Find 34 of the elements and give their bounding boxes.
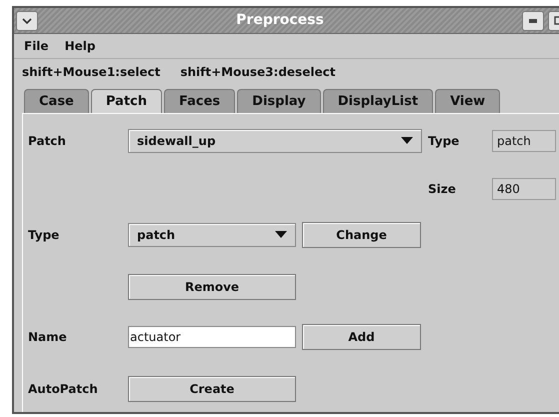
type-field: patch <box>492 130 556 152</box>
menu-item[interactable]: File <box>24 37 49 55</box>
dropdown[interactable]: sidewall_up <box>128 128 422 152</box>
add-button[interactable]: Add <box>302 324 421 350</box>
window-menu-button[interactable] <box>16 10 38 30</box>
tab[interactable]: Display <box>237 89 321 112</box>
field-label: Type <box>428 132 460 150</box>
tab[interactable]: Case <box>24 89 89 112</box>
name-input[interactable]: actuator <box>128 326 296 348</box>
tab[interactable]: DisplayList <box>322 89 434 112</box>
hint-text: shift+Mouse3:deselect <box>180 64 336 81</box>
field-label: AutoPatch <box>27 380 99 398</box>
minimize-icon <box>529 18 537 22</box>
chevron-icon <box>22 16 32 24</box>
change-button[interactable]: Change <box>302 222 421 248</box>
tab[interactable]: Faces <box>164 89 236 112</box>
caret-icon <box>275 231 287 238</box>
dropdown[interactable]: patch <box>128 222 296 246</box>
hint-text: shift+Mouse1:select <box>22 64 160 81</box>
menu-item[interactable]: Help <box>64 37 96 55</box>
field-label: Type <box>27 226 60 244</box>
caret-icon <box>401 137 413 144</box>
window-title: Preprocess <box>235 11 325 30</box>
field-label: Size <box>428 180 457 198</box>
field-label: Name <box>27 328 68 346</box>
create-button[interactable]: Create <box>128 376 296 402</box>
dropdown-value: sidewall_up <box>137 132 217 150</box>
tab[interactable]: Patch <box>90 89 162 112</box>
minimize-button[interactable] <box>522 10 544 30</box>
tab[interactable]: View <box>435 89 500 112</box>
dropdown-value: patch <box>137 226 176 244</box>
size-field: 480 <box>492 178 556 200</box>
remove-button[interactable]: Remove <box>128 274 296 300</box>
field-label: Patch <box>27 132 67 150</box>
